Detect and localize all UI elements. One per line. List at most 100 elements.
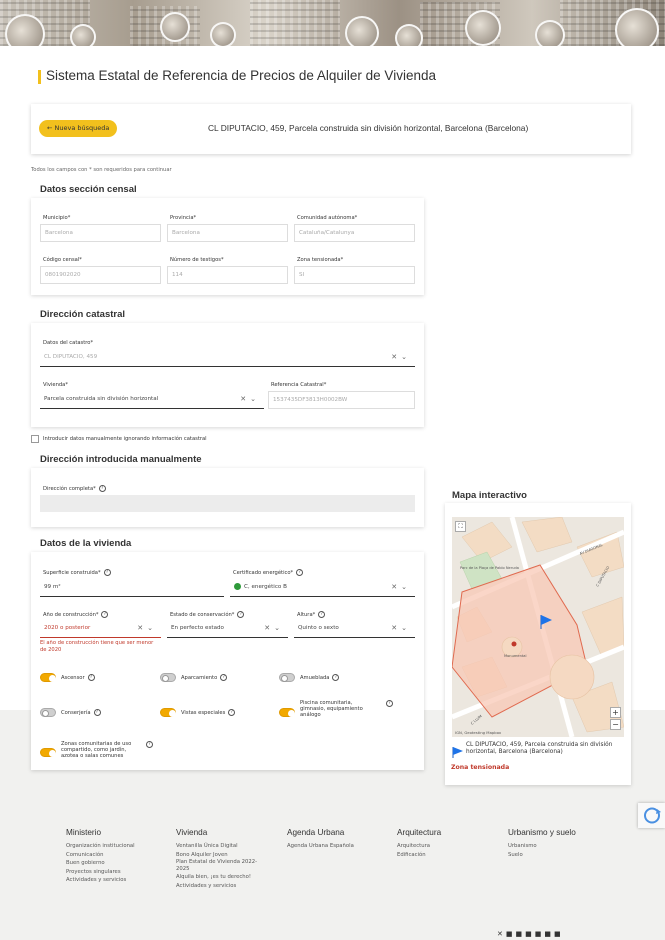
provincia-field[interactable]: Barcelona [167, 224, 288, 242]
codigo-censal-field[interactable]: 0801902020 [40, 266, 161, 284]
map-legend-address: CL DIPUTACIO, 459, Parcela construida si… [466, 742, 613, 755]
selected-address: CL DIPUTACIO, 459, Parcela construida si… [208, 123, 529, 133]
instagram-icon[interactable]: ■ [516, 930, 526, 938]
datos-catastro-value: CL DIPUTACIO, 459 [44, 354, 98, 360]
linkedin-icon[interactable]: ■ [544, 930, 554, 938]
footer-link[interactable]: Agenda Urbana Española [287, 842, 354, 851]
footer-heading: Vivienda [176, 828, 208, 837]
footer-link[interactable]: Actividades y servicios [66, 876, 135, 885]
datos-catastro-select[interactable]: CL DIPUTACIO, 459 ✕⌄ [40, 349, 415, 367]
aparcamiento-label: Aparcamiento? [181, 674, 228, 681]
arrow-left-icon: ← [47, 124, 53, 132]
zoom-out-button[interactable]: − [610, 719, 621, 730]
anio-select[interactable]: 2020 o posterior ✕⌄ [40, 620, 161, 638]
help-icon[interactable]: ? [318, 611, 326, 618]
chevron-down-icon[interactable]: ⌄ [250, 395, 260, 403]
chevron-down-icon[interactable]: ⌄ [401, 353, 411, 361]
footer-link[interactable]: Suelo [508, 851, 576, 860]
footer-link[interactable]: Edificación [397, 851, 441, 860]
flickr-icon[interactable]: ■ [535, 930, 545, 938]
footer-link[interactable]: Comunicación [66, 851, 135, 860]
chevron-down-icon[interactable]: ⌄ [401, 583, 411, 591]
fullscreen-icon[interactable]: ⛶ [455, 521, 466, 532]
codigo-censal-label: Código censal* [43, 257, 82, 263]
altura-select[interactable]: Quinto o sexto ✕⌄ [294, 620, 415, 638]
footer-link[interactable]: Alquila bien, ¡es tu derecho! [176, 873, 257, 882]
footer-heading: Arquitectura [397, 828, 442, 837]
municipio-label: Municipio* [43, 215, 71, 221]
twitter-icon[interactable]: ✕ [497, 930, 506, 938]
manual-data-checkbox[interactable] [31, 435, 39, 443]
direccion-completa-field[interactable] [40, 495, 415, 512]
footer-link[interactable]: Proyectos singulares [66, 868, 135, 877]
clear-icon[interactable]: ✕ [137, 624, 147, 632]
help-icon[interactable]: ? [296, 569, 304, 576]
help-icon[interactable]: ? [386, 700, 393, 707]
amueblada-toggle[interactable] [279, 673, 295, 682]
section-title-manual: Dirección introducida manualmente [40, 454, 202, 465]
estado-value: En perfecto estado [171, 625, 224, 631]
rss-icon[interactable]: ■ [554, 930, 564, 938]
vistas-toggle[interactable] [160, 708, 176, 717]
footer-link[interactable]: Actividades y servicios [176, 882, 257, 891]
facebook-icon[interactable]: ■ [506, 930, 516, 938]
conserjeria-toggle[interactable] [40, 708, 56, 717]
footer-link[interactable]: Arquitectura [397, 842, 441, 851]
footer-link[interactable]: Buen gobierno [66, 859, 135, 868]
certificado-select[interactable]: C, energético B ✕⌄ [230, 579, 415, 597]
chevron-down-icon[interactable]: ⌄ [147, 624, 157, 632]
piscina-toggle[interactable] [279, 708, 295, 717]
aparcamiento-toggle[interactable] [160, 673, 176, 682]
footer-column-arquitectura: Arquitectura Arquitectura Edificación [397, 828, 441, 859]
superficie-input[interactable]: 99 m² [40, 579, 224, 597]
ascensor-toggle[interactable] [40, 673, 56, 682]
zonas-comunitarias-label: Zonas comunitarias de uso compartido, co… [61, 741, 132, 760]
zoom-in-button[interactable]: + [610, 707, 621, 718]
footer-link[interactable]: Organización institucional [66, 842, 135, 851]
footer-link[interactable]: Urbanismo [508, 842, 576, 851]
interactive-map[interactable]: Parc de la Plaça de Pablo Neruda AV DIAG… [452, 517, 624, 737]
recaptcha-icon[interactable] [638, 803, 665, 828]
help-icon[interactable]: ? [220, 674, 228, 681]
help-icon[interactable]: ? [103, 569, 111, 576]
testigos-field[interactable]: 114 [167, 266, 288, 284]
catastral-card: Datos del catastro* CL DIPUTACIO, 459 ✕⌄… [31, 323, 424, 427]
municipio-field[interactable]: Barcelona [40, 224, 161, 242]
vivienda-value: Parcela construida sin división horizont… [44, 396, 159, 402]
chevron-down-icon[interactable]: ⌄ [401, 624, 411, 632]
zona-tensionada-field[interactable]: SI [294, 266, 415, 284]
help-icon[interactable]: ? [98, 485, 106, 492]
clear-icon[interactable]: ✕ [391, 353, 401, 361]
zonas-comunitarias-toggle[interactable] [40, 748, 56, 757]
help-icon[interactable]: ? [237, 611, 245, 618]
manual-data-checkbox-label: Introducir datos manualmente ignorando i… [43, 436, 207, 442]
footer-link[interactable]: Bono Alquiler Joven [176, 851, 257, 860]
help-icon[interactable]: ? [93, 709, 101, 716]
youtube-icon[interactable]: ■ [525, 930, 535, 938]
referencia-field[interactable]: 1537435DF3813H0002BW [268, 391, 415, 409]
new-search-button[interactable]: ← Nueva búsqueda [39, 120, 118, 137]
clear-icon[interactable]: ✕ [264, 624, 274, 632]
help-icon[interactable]: ? [87, 674, 95, 681]
vivienda-select[interactable]: Parcela construida sin división horizont… [40, 391, 264, 409]
piscina-label: Piscina comunitaria, gimnasio, equipamie… [300, 700, 363, 719]
clear-icon[interactable]: ✕ [391, 624, 401, 632]
clear-icon[interactable]: ✕ [391, 583, 401, 591]
footer-link[interactable]: Ventanilla Única Digital [176, 842, 257, 851]
help-icon[interactable]: ? [146, 741, 153, 748]
section-title-map: Mapa interactivo [452, 490, 527, 501]
help-icon[interactable]: ? [332, 674, 340, 681]
estado-select[interactable]: En perfecto estado ✕⌄ [167, 620, 288, 638]
ascensor-label: Ascensor? [61, 674, 95, 681]
comunidad-field[interactable]: Cataluña/Catalunya [294, 224, 415, 242]
clear-icon[interactable]: ✕ [240, 395, 250, 403]
anio-label: Año de construcción*? [43, 611, 109, 618]
footer-column-ministerio: Ministerio Organización institucional Co… [66, 828, 135, 885]
help-icon[interactable]: ? [101, 611, 109, 618]
help-icon[interactable]: ? [228, 709, 236, 716]
censal-card: Municipio* Barcelona Provincia* Barcelon… [31, 198, 424, 295]
vistas-label: Vistas especiales? [181, 709, 236, 716]
direccion-completa-label: Dirección completa*? [43, 485, 106, 492]
chevron-down-icon[interactable]: ⌄ [274, 624, 284, 632]
footer-link[interactable]: 2025 [176, 865, 257, 873]
